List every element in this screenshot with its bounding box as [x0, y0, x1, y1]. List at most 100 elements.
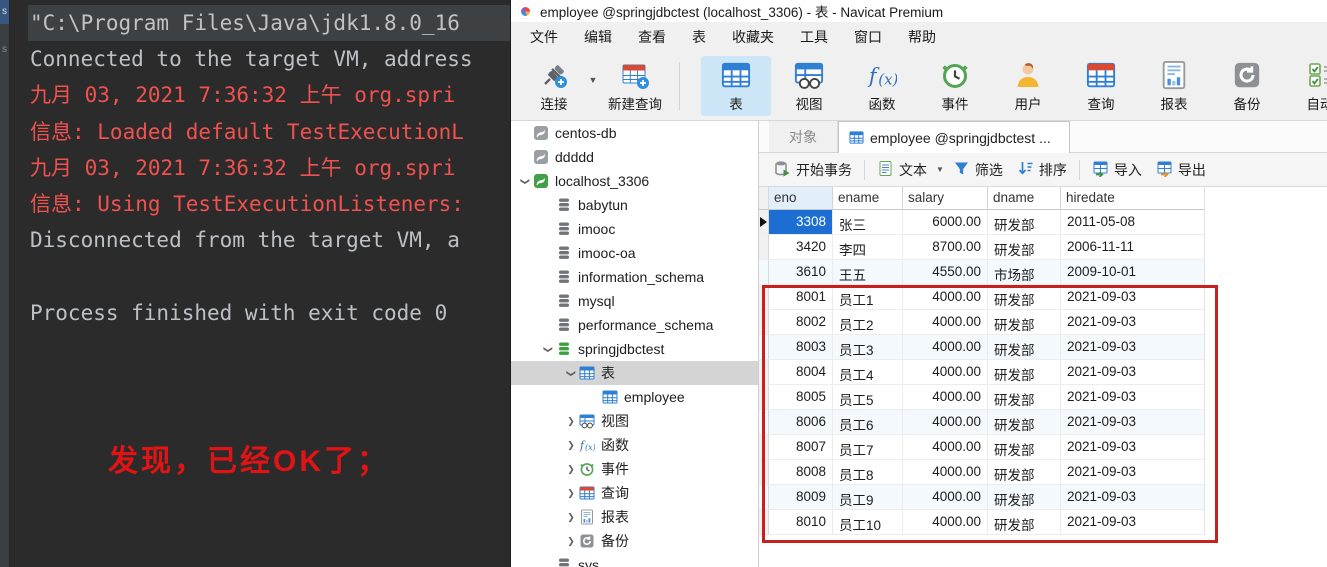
tree-item-tables[interactable]: ❯ 表 [511, 361, 758, 385]
tree-item-centos-db[interactable]: centos-db [511, 121, 758, 145]
grid-cell-ename[interactable]: 李四 [833, 235, 903, 260]
grid-cell-ename[interactable]: 员工1 [833, 285, 903, 310]
tree-item-localhost-3306[interactable]: ❯ localhost_3306 [511, 169, 758, 193]
grid-cell-ename[interactable]: 员工5 [833, 385, 903, 410]
tree-item-mysql[interactable]: mysql [511, 289, 758, 313]
grid-cell-salary[interactable]: 4000.00 [903, 385, 988, 410]
grid-cell-ename[interactable]: 员工10 [833, 510, 903, 535]
grid-cell-ename[interactable]: 员工8 [833, 460, 903, 485]
grid-cell-hiredate[interactable]: 2021-09-03 [1061, 485, 1205, 510]
grid-cell-salary[interactable]: 4000.00 [903, 410, 988, 435]
toolbar-button-events[interactable]: 事件 [920, 56, 990, 116]
grid-cell-hiredate[interactable]: 2009-10-01 [1061, 260, 1205, 285]
grid-toolbar-button-sort[interactable]: 排序 [1010, 153, 1074, 186]
grid-cell-hiredate[interactable]: 2021-09-03 [1061, 410, 1205, 435]
grid-toolbar-button-import[interactable]: 导入 [1085, 153, 1149, 186]
tree-item-sys[interactable]: sys [511, 553, 758, 567]
toolbar-button-automation[interactable]: 自动 [1285, 56, 1327, 116]
grid-toolbar-button-export[interactable]: 导出 [1149, 153, 1213, 186]
grid-cell-hiredate[interactable]: 2021-09-03 [1061, 435, 1205, 460]
toolbar-button-tables[interactable]: 表 [701, 56, 771, 116]
chevron-expanded-icon[interactable]: ❯ [520, 173, 531, 189]
chevron-down-icon[interactable]: ▼ [934, 165, 946, 174]
tree-item-babytun[interactable]: babytun [511, 193, 758, 217]
chevron-expanded-icon[interactable]: ❯ [543, 341, 554, 357]
menu-item[interactable]: 工具 [787, 22, 841, 52]
row-selector[interactable] [759, 510, 769, 535]
grid-cell-salary[interactable]: 4000.00 [903, 285, 988, 310]
toolbar-button-functions[interactable]: f (x) 函数 [847, 56, 917, 116]
grid-cell-dname[interactable]: 研发部 [988, 410, 1061, 435]
grid-cell-salary[interactable]: 4550.00 [903, 260, 988, 285]
row-selector[interactable] [759, 335, 769, 360]
row-selector[interactable] [759, 260, 769, 285]
grid-cell-hiredate[interactable]: 2011-05-08 [1061, 210, 1205, 235]
grid-cell-eno[interactable]: 8007 [769, 435, 833, 460]
column-header-dname[interactable]: dname [988, 187, 1061, 210]
grid-cell-hiredate[interactable]: 2021-09-03 [1061, 285, 1205, 310]
toolbar-button-queries[interactable]: 查询 [1066, 56, 1136, 116]
grid-cell-ename[interactable]: 员工2 [833, 310, 903, 335]
grid-cell-hiredate[interactable]: 2021-09-03 [1061, 360, 1205, 385]
grid-cell-salary[interactable]: 8700.00 [903, 235, 988, 260]
tool-window-tab[interactable]: s [0, 38, 9, 58]
tab-objects[interactable]: 对象 [769, 121, 838, 152]
grid-cell-hiredate[interactable]: 2021-09-03 [1061, 460, 1205, 485]
grid-cell-hiredate[interactable]: 2021-09-03 [1061, 310, 1205, 335]
column-header-salary[interactable]: salary [903, 187, 988, 210]
chevron-collapsed-icon[interactable]: ❯ [563, 512, 579, 523]
grid-cell-eno[interactable]: 8002 [769, 310, 833, 335]
grid-cell-hiredate[interactable]: 2021-09-03 [1061, 335, 1205, 360]
row-selector[interactable] [759, 285, 769, 310]
grid-cell-eno[interactable]: 8005 [769, 385, 833, 410]
grid-cell-eno[interactable]: 8010 [769, 510, 833, 535]
row-selector[interactable] [759, 485, 769, 510]
grid-cell-eno[interactable]: 3308 [769, 210, 833, 235]
tree-item-imooc[interactable]: imooc [511, 217, 758, 241]
grid-cell-dname[interactable]: 研发部 [988, 310, 1061, 335]
grid-toolbar-button-text-view[interactable]: 文本 [870, 153, 934, 186]
toolbar-button-views[interactable]: 视图 [774, 56, 844, 116]
toolbar-button-reports[interactable]: 报表 [1139, 56, 1209, 116]
toolbar-button-new-query[interactable]: 新建查询 [600, 56, 670, 116]
tree-item-functions[interactable]: ❯ f (x) 函数 [511, 433, 758, 457]
tree-item-information-schema[interactable]: information_schema [511, 265, 758, 289]
grid-cell-salary[interactable]: 4000.00 [903, 460, 988, 485]
chevron-collapsed-icon[interactable]: ❯ [563, 464, 579, 475]
grid-toolbar-button-filter[interactable]: 筛选 [946, 153, 1010, 186]
tree-item-backups[interactable]: ❯ 备份 [511, 529, 758, 553]
row-selector[interactable] [759, 410, 769, 435]
row-selector[interactable] [759, 460, 769, 485]
grid-cell-dname[interactable]: 研发部 [988, 360, 1061, 385]
tree-item-employee[interactable]: employee [511, 385, 758, 409]
grid-cell-ename[interactable]: 员工9 [833, 485, 903, 510]
grid-cell-dname[interactable]: 研发部 [988, 485, 1061, 510]
grid-cell-eno[interactable]: 8008 [769, 460, 833, 485]
tree-item-performance-schema[interactable]: performance_schema [511, 313, 758, 337]
row-selector[interactable] [759, 435, 769, 460]
grid-cell-ename[interactable]: 员工6 [833, 410, 903, 435]
row-selector[interactable] [759, 310, 769, 335]
grid-cell-eno[interactable]: 8006 [769, 410, 833, 435]
row-selector[interactable] [759, 385, 769, 410]
toolbar-button-connect[interactable]: 连接 [525, 56, 583, 116]
grid-cell-ename[interactable]: 员工3 [833, 335, 903, 360]
tree-item-imooc-oa[interactable]: imooc-oa [511, 241, 758, 265]
grid-cell-salary[interactable]: 4000.00 [903, 360, 988, 385]
menu-item[interactable]: 窗口 [841, 22, 895, 52]
column-header-hiredate[interactable]: hiredate [1061, 187, 1205, 210]
menu-item[interactable]: 表 [679, 22, 719, 52]
chevron-collapsed-icon[interactable]: ❯ [563, 488, 579, 499]
chevron-collapsed-icon[interactable]: ❯ [563, 536, 579, 547]
chevron-collapsed-icon[interactable]: ❯ [563, 440, 579, 451]
grid-cell-ename[interactable]: 王五 [833, 260, 903, 285]
grid-cell-dname[interactable]: 研发部 [988, 385, 1061, 410]
grid-cell-dname[interactable]: 研发部 [988, 210, 1061, 235]
column-header-ename[interactable]: ename [833, 187, 903, 210]
tree-item-reports[interactable]: ❯ 报表 [511, 505, 758, 529]
grid-cell-dname[interactable]: 研发部 [988, 285, 1061, 310]
tree-item-views[interactable]: ❯ 视图 [511, 409, 758, 433]
grid-toolbar-button-begin-transaction[interactable]: 开始事务 [767, 153, 859, 186]
tree-item-springjdbctest[interactable]: ❯ springjdbctest [511, 337, 758, 361]
grid-cell-ename[interactable]: 张三 [833, 210, 903, 235]
